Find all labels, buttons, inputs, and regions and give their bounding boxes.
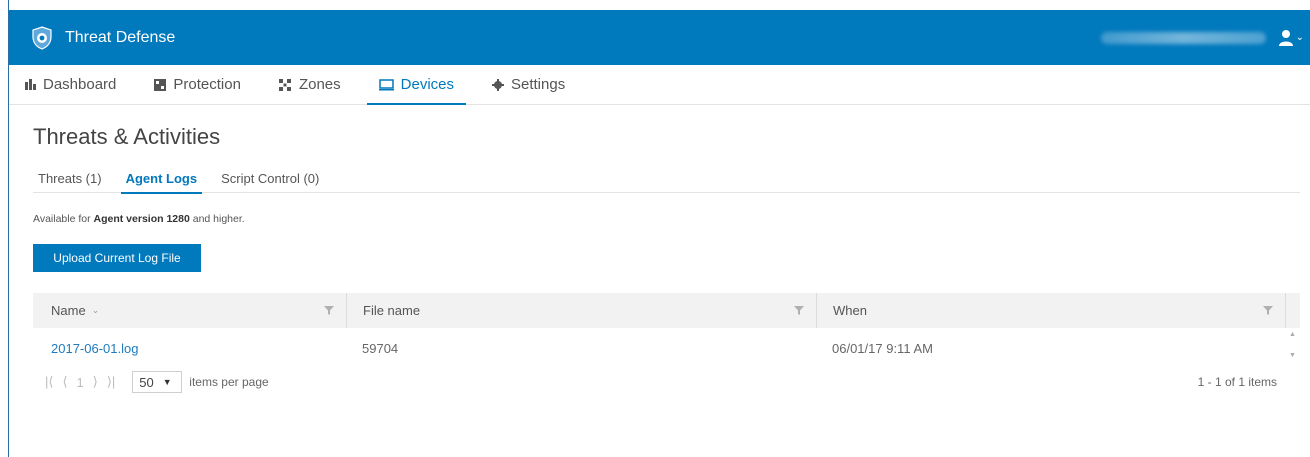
- filter-icon[interactable]: [324, 306, 334, 315]
- subtabs: Threats (1) Agent Logs Script Control (0…: [33, 163, 1300, 194]
- note-prefix: Available for: [33, 213, 94, 225]
- nav-item-dashboard[interactable]: Dashboard: [13, 65, 128, 104]
- current-page[interactable]: 1: [77, 375, 84, 390]
- pager: |⟨ ⟨ 1 ⟩ ⟩| 50 ▼ items per page 1 - 1 of…: [33, 371, 1285, 393]
- user-icon[interactable]: [1278, 29, 1294, 47]
- tab-threats[interactable]: Threats (1): [33, 163, 107, 193]
- shield-logo-icon: [29, 25, 55, 51]
- dropdown-arrow-icon: ▼: [162, 377, 172, 387]
- user-email-redacted: [1100, 31, 1266, 44]
- shield-grid-icon: [154, 78, 167, 91]
- brand[interactable]: Threat Defense: [29, 25, 175, 51]
- pager-summary: 1 - 1 of 1 items: [1197, 375, 1277, 389]
- last-page-icon[interactable]: ⟩|: [107, 374, 115, 390]
- nav-item-devices[interactable]: Devices: [366, 65, 467, 105]
- tab-script-control[interactable]: Script Control (0): [216, 163, 324, 193]
- items-per-page-label: items per page: [189, 375, 269, 389]
- nav-item-settings[interactable]: Settings: [480, 65, 577, 104]
- sort-chevron-icon[interactable]: ⌄: [92, 305, 100, 316]
- prev-page-icon[interactable]: ⟨: [62, 374, 67, 390]
- note-suffix: and higher.: [189, 213, 245, 225]
- agent-logs-grid: Name ⌄ File name When 2017-06-01.log 597…: [33, 293, 1285, 368]
- nav-item-protection[interactable]: Protection: [142, 65, 253, 104]
- log-when: 06/01/17 9:11 AM: [832, 340, 933, 356]
- note-version: Agent version 1280: [93, 213, 190, 225]
- tab-agent-logs[interactable]: Agent Logs: [120, 163, 203, 194]
- user-menu[interactable]: ⌄: [1100, 10, 1304, 65]
- chevron-down-icon[interactable]: ⌄: [1296, 32, 1304, 43]
- log-name-link[interactable]: 2017-06-01.log: [51, 341, 138, 356]
- next-page-icon[interactable]: ⟩: [93, 374, 98, 390]
- scroll-up-icon[interactable]: ▲: [1289, 331, 1296, 338]
- page-size-value: 50: [139, 374, 154, 390]
- filter-icon[interactable]: [794, 306, 804, 315]
- grid-scrollbar[interactable]: ▲ ▼: [1285, 328, 1300, 368]
- app-header: Threat Defense ⌄: [9, 10, 1310, 65]
- nav-label: Dashboard: [43, 76, 117, 93]
- column-label: File name: [363, 303, 421, 318]
- nav-label: Settings: [511, 76, 566, 93]
- upload-log-button[interactable]: Upload Current Log File: [33, 244, 201, 272]
- gear-icon: [492, 78, 504, 91]
- column-label: Name: [51, 303, 86, 318]
- nav-label: Protection: [173, 76, 241, 93]
- page-title: Threats & Activities: [33, 124, 221, 149]
- first-page-icon[interactable]: |⟨: [45, 374, 53, 390]
- column-header-name[interactable]: Name ⌄: [33, 293, 346, 328]
- nav-label: Devices: [400, 76, 454, 93]
- column-label: When: [833, 303, 867, 318]
- grid-header-spacer: [1285, 293, 1300, 328]
- agent-version-note: Available for Agent version 1280 and hig…: [33, 213, 245, 225]
- filter-icon[interactable]: [1263, 306, 1273, 315]
- log-file-name: 59704: [362, 340, 399, 356]
- scroll-down-icon[interactable]: ▼: [1289, 352, 1296, 359]
- bar-chart-icon: [25, 79, 36, 90]
- column-header-file-name[interactable]: File name: [346, 293, 816, 328]
- nav-item-zones[interactable]: Zones: [267, 65, 353, 104]
- page-size-select[interactable]: 50 ▼: [132, 371, 183, 393]
- nav-label: Zones: [298, 76, 341, 93]
- monitor-icon: [378, 78, 394, 91]
- grid-header: Name ⌄ File name When: [33, 293, 1285, 328]
- column-header-when[interactable]: When: [816, 293, 1285, 328]
- main-nav: Dashboard Protection Zones Devices Setti…: [9, 65, 1310, 105]
- app-title: Threat Defense: [65, 28, 176, 46]
- table-row[interactable]: 2017-06-01.log 59704 06/01/17 9:11 AM: [33, 328, 1285, 368]
- zones-icon: [278, 78, 292, 91]
